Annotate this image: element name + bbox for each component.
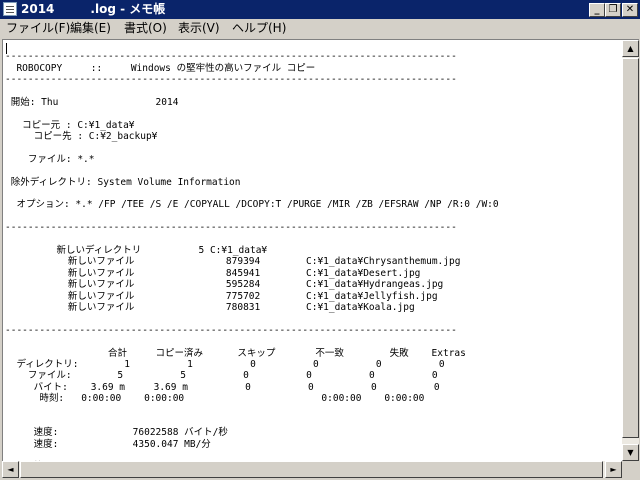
- scroll-left-button[interactable]: ◄: [2, 461, 19, 478]
- text-line: ----------------------------------------…: [5, 324, 457, 336]
- text-line: 速度: 76022588 バイト/秒: [5, 427, 228, 439]
- text-line: ROBOCOPY :: Windows の堅牢性の高いファイル コピー: [5, 62, 316, 74]
- text-line: オプション: *.* /FP /TEE /S /E /COPYALL /DCOP…: [5, 199, 499, 211]
- notepad-window: 2014 .log - メモ帳 _ ❐ ✕ ファイル(F) 編集(E) 書式(O…: [0, 0, 640, 480]
- text-line: [5, 416, 499, 427]
- horizontal-scrollbar[interactable]: ◄ ►: [2, 461, 622, 478]
- menu-view[interactable]: 表示(V): [178, 20, 220, 36]
- title-bar[interactable]: 2014 .log - メモ帳 _ ❐ ✕: [0, 0, 640, 19]
- text-editor-area[interactable]: ----------------------------------------…: [2, 39, 622, 462]
- log-text: ----------------------------------------…: [5, 40, 499, 462]
- vertical-scroll-thumb[interactable]: [622, 58, 639, 438]
- text-line: [5, 313, 499, 324]
- text-line: 除外ディレクトリ: System Volume Information: [5, 176, 241, 188]
- restore-button[interactable]: ❐: [605, 3, 621, 17]
- notepad-icon[interactable]: [3, 2, 17, 16]
- horizontal-scroll-thumb[interactable]: [20, 461, 603, 478]
- vertical-scrollbar[interactable]: ▲ ▼: [622, 39, 639, 461]
- text-line: 新しいファイル 879394 C:¥1_data¥Chrysanthemum.j…: [5, 256, 461, 268]
- text-line: 新しいファイル 595284 C:¥1_data¥Hydrangeas.jpg: [5, 279, 444, 291]
- text-line: [5, 40, 499, 51]
- window-title: 2014 .log - メモ帳: [21, 2, 166, 16]
- menu-edit[interactable]: 編集(E): [70, 20, 111, 36]
- text-line: [5, 450, 499, 461]
- text-line: [5, 336, 499, 347]
- text-line: ----------------------------------------…: [5, 222, 457, 234]
- text-line: バイト: 3.69 m 3.69 m 0 0 0 0: [5, 381, 440, 393]
- text-line: 時刻: 0:00:00 0:00:00 0:00:00 0:00:00: [5, 393, 425, 405]
- scroll-down-button[interactable]: ▼: [622, 444, 639, 461]
- menu-file[interactable]: ファイル(F): [6, 20, 70, 36]
- text-line: [5, 234, 499, 245]
- text-line: 新しいファイル 780831 C:¥1_data¥Koala.jpg: [5, 301, 415, 313]
- text-line: [5, 188, 499, 199]
- text-line: ファイル: *.*: [5, 153, 95, 165]
- text-line: [5, 143, 499, 154]
- text-line: [5, 108, 499, 119]
- scroll-up-button[interactable]: ▲: [622, 40, 639, 57]
- menu-bar: ファイル(F) 編集(E) 書式(O) 表示(V) ヘルプ(H): [0, 19, 640, 37]
- text-line: ----------------------------------------…: [5, 51, 457, 63]
- text-line: 速度: 4350.047 MB/分: [5, 438, 211, 450]
- text-line: [5, 86, 499, 97]
- text-line: ファイル: 5 5 0 0 0 0: [5, 370, 438, 382]
- text-line: ディレクトリ: 1 1 0 0 0 0: [5, 358, 445, 370]
- text-line: 新しいディレクトリ 5 C:¥1_data¥: [5, 245, 268, 257]
- size-grip[interactable]: [622, 461, 639, 478]
- menu-help[interactable]: ヘルプ(H): [232, 20, 286, 36]
- minimize-button[interactable]: _: [589, 3, 605, 17]
- text-line: 合計 コピー済み スキップ 不一致 失敗 Extras: [5, 347, 466, 359]
- text-line: コピー元 : C:¥1_data¥: [5, 119, 135, 131]
- text-line: コピー先 : C:¥2_backup¥: [5, 131, 158, 143]
- text-line: 開始: Thu 2014: [5, 96, 179, 108]
- text-line: 新しいファイル 775702 C:¥1_data¥Jellyfish.jpg: [5, 290, 438, 302]
- text-line: ----------------------------------------…: [5, 74, 457, 86]
- text-line: 新しいファイル 845941 C:¥1_data¥Desert.jpg: [5, 267, 421, 279]
- text-line: [5, 405, 499, 416]
- menu-format[interactable]: 書式(O): [124, 20, 167, 36]
- scroll-right-button[interactable]: ►: [605, 461, 622, 478]
- text-line: [5, 165, 499, 176]
- close-button[interactable]: ✕: [622, 3, 638, 17]
- text-line: [5, 211, 499, 222]
